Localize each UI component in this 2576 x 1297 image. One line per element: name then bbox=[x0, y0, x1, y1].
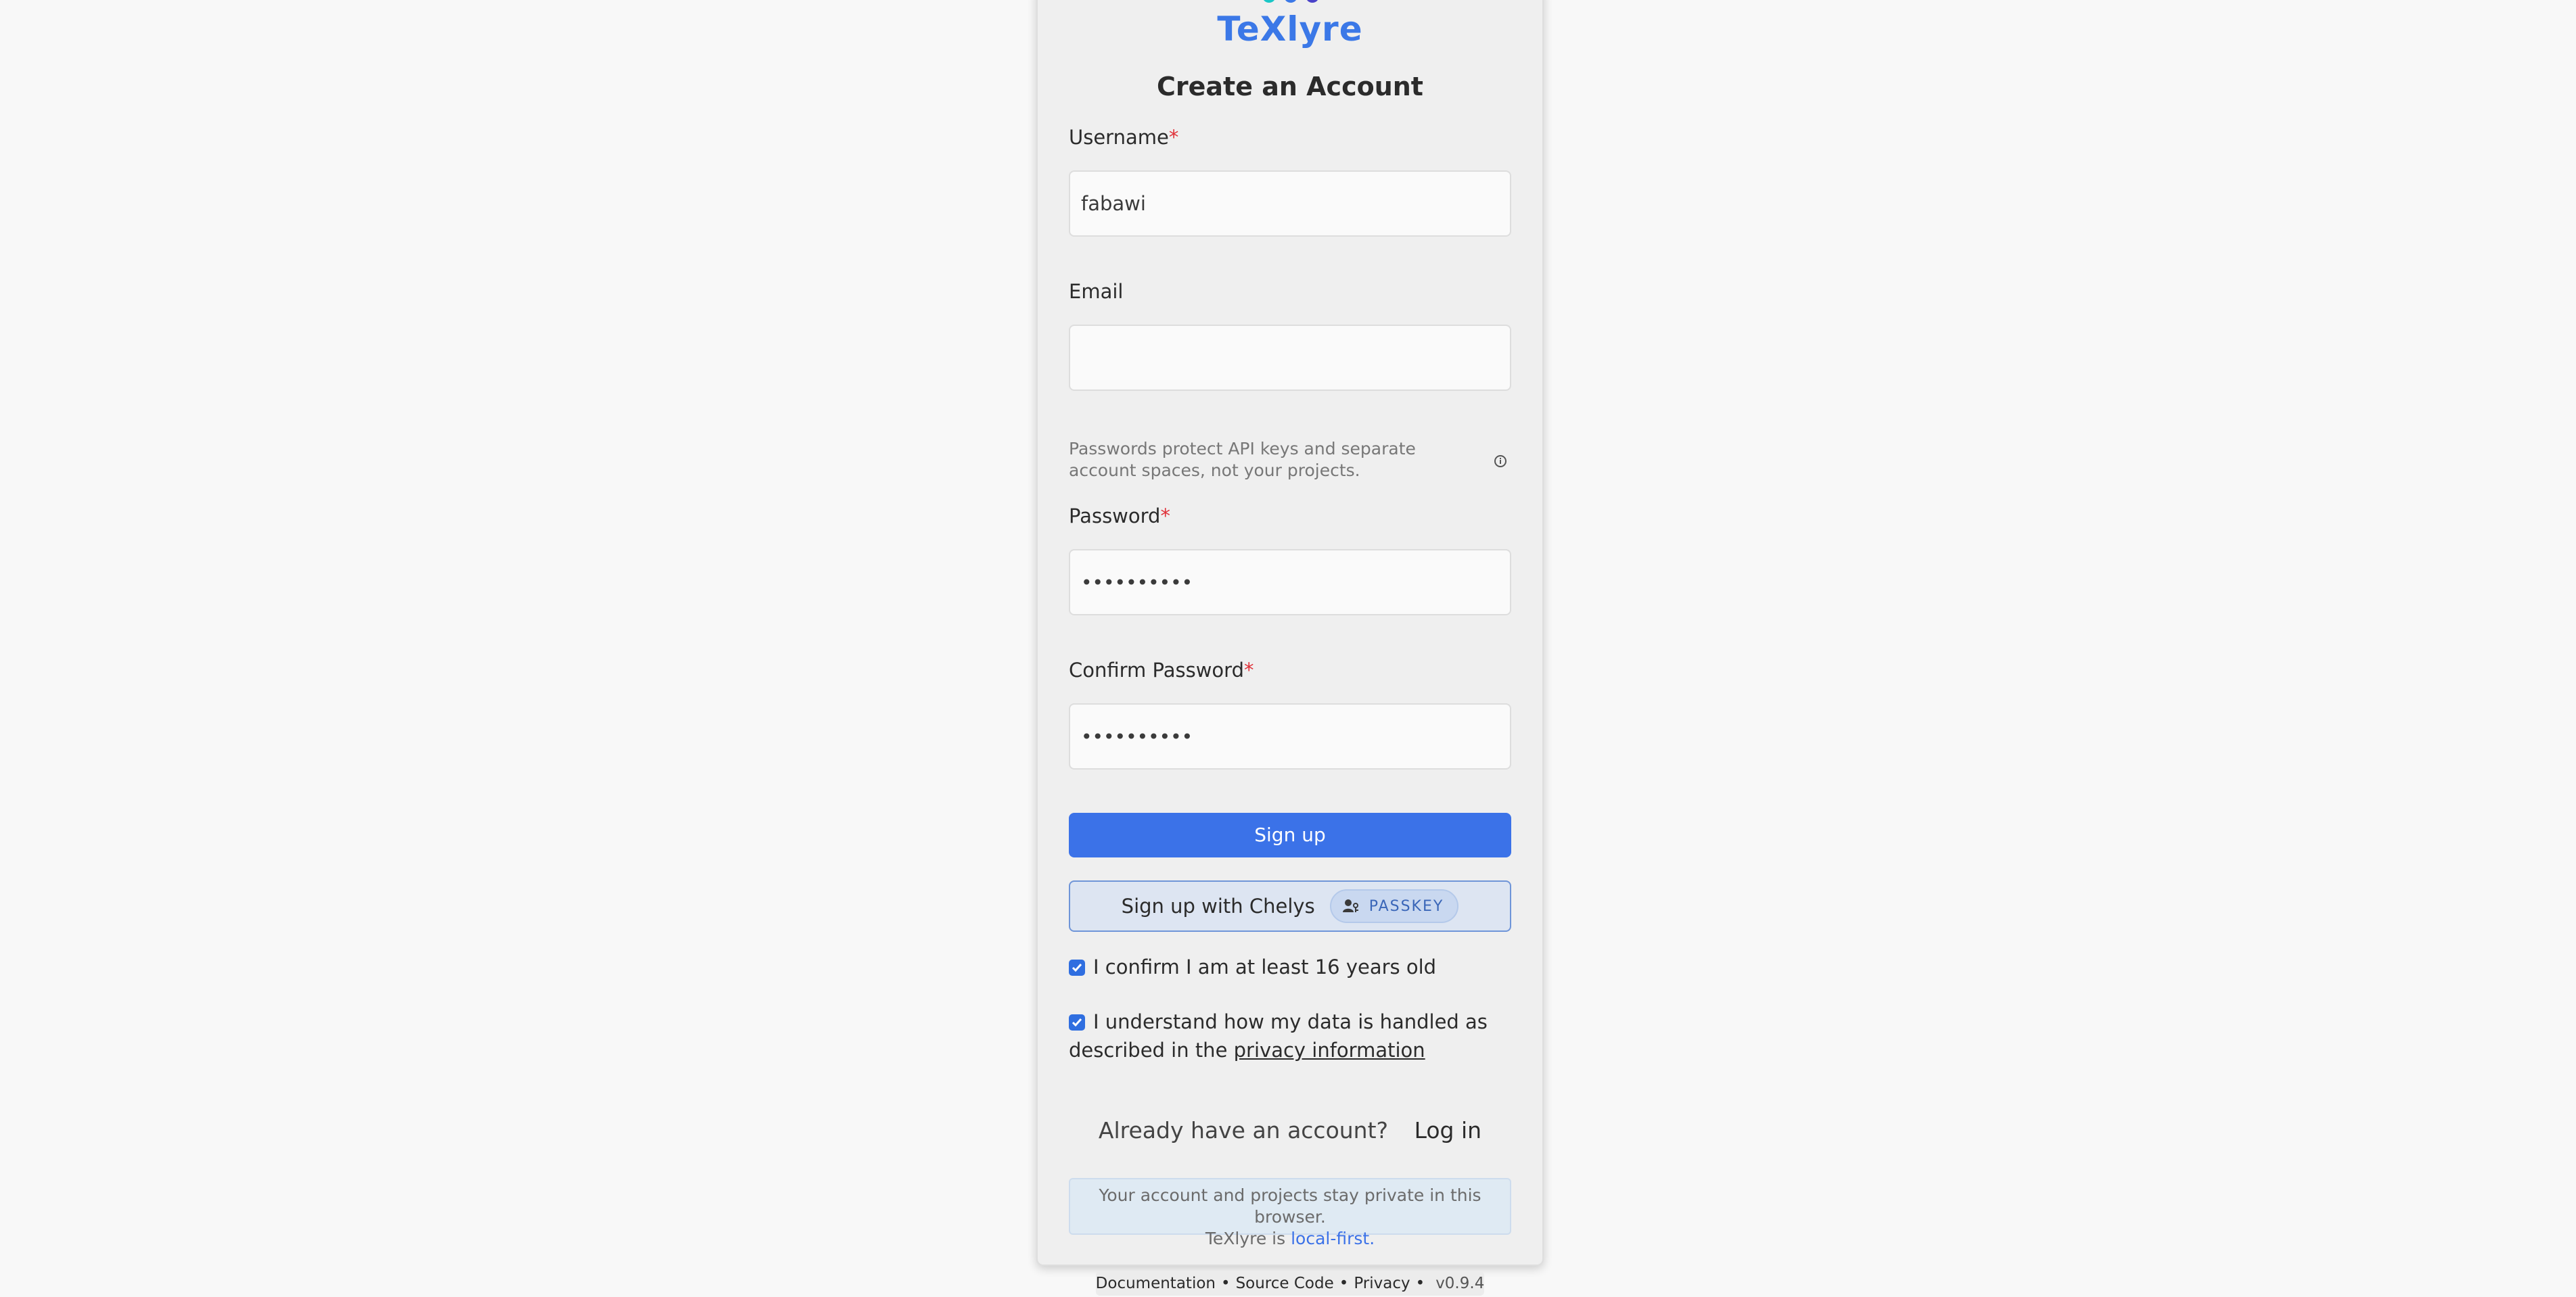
local-first-link[interactable]: local-first. bbox=[1291, 1229, 1375, 1248]
page-title: Create an Account bbox=[1157, 72, 1423, 101]
age-confirm-label: I confirm I am at least 16 years old bbox=[1093, 956, 1437, 978]
check-icon bbox=[1072, 964, 1082, 972]
username-label: Username* bbox=[1069, 126, 1179, 149]
footer-separator: • bbox=[1415, 1275, 1425, 1292]
info-icon[interactable] bbox=[1494, 454, 1507, 468]
documentation-link[interactable]: Documentation bbox=[1096, 1275, 1216, 1292]
required-mark: * bbox=[1160, 504, 1170, 527]
privacy-link[interactable]: Privacy bbox=[1354, 1275, 1410, 1292]
passkey-badge: PASSKEY bbox=[1329, 889, 1459, 923]
footer-separator: • bbox=[1220, 1275, 1230, 1292]
passkey-badge-label: PASSKEY bbox=[1368, 897, 1444, 915]
privacy-information-link[interactable]: privacy information bbox=[1234, 1039, 1425, 1062]
password-label: Password* bbox=[1069, 504, 1170, 527]
chelys-signup-button[interactable]: Sign up with Chelys PASSKEY bbox=[1069, 880, 1511, 932]
email-label: Email bbox=[1069, 280, 1124, 303]
email-input[interactable] bbox=[1069, 325, 1511, 391]
brand-name: TeXlyre bbox=[1217, 9, 1363, 49]
password-input[interactable] bbox=[1069, 549, 1511, 615]
age-confirm-checkbox[interactable] bbox=[1069, 960, 1085, 976]
age-confirm-row: I confirm I am at least 16 years old bbox=[1069, 953, 1511, 981]
brand-logo-icon bbox=[1264, 0, 1318, 3]
confirm-password-label: Confirm Password* bbox=[1069, 659, 1254, 682]
login-prompt: Already have an account? bbox=[1098, 1117, 1389, 1143]
local-first-notice: Your account and projects stay private i… bbox=[1069, 1178, 1511, 1248]
notice-line-1: Your account and projects stay private i… bbox=[1099, 1185, 1481, 1227]
footer: Documentation • Source Code • Privacy • … bbox=[1096, 1271, 1484, 1296]
required-mark: * bbox=[1243, 659, 1254, 682]
privacy-confirm-row: I understand how my data is handled as d… bbox=[1069, 1008, 1511, 1064]
chelys-signup-label: Sign up with Chelys bbox=[1121, 895, 1315, 918]
confirm-password-input[interactable] bbox=[1069, 703, 1511, 770]
login-row: Already have an account? Log in bbox=[1036, 1117, 1544, 1143]
source-code-link[interactable]: Source Code bbox=[1236, 1275, 1334, 1292]
version-label: v0.9.4 bbox=[1435, 1275, 1485, 1292]
login-link[interactable]: Log in bbox=[1414, 1117, 1482, 1143]
notice-line-2: TeXlyre is local-first. bbox=[1205, 1229, 1375, 1248]
password-hint: Passwords protect API keys and separate … bbox=[1069, 439, 1416, 480]
privacy-confirm-checkbox[interactable] bbox=[1069, 1014, 1085, 1031]
username-input[interactable] bbox=[1069, 170, 1511, 237]
check-icon bbox=[1072, 1018, 1082, 1027]
required-mark: * bbox=[1168, 126, 1179, 149]
signup-button[interactable]: Sign up bbox=[1069, 813, 1511, 857]
user-key-icon bbox=[1342, 899, 1358, 912]
footer-separator: • bbox=[1339, 1275, 1349, 1292]
